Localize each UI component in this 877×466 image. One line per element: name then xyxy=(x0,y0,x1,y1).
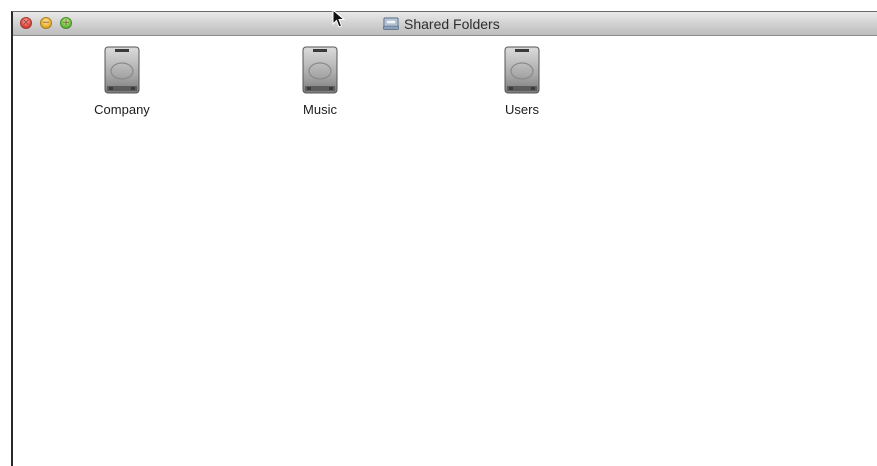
shared-folder-icon xyxy=(383,17,399,30)
title-bar[interactable]: × − + Shared Folders xyxy=(13,12,877,36)
folder-content-area[interactable]: Company Music Users xyxy=(13,36,877,466)
folder-label: Users xyxy=(505,102,539,117)
shared-folder-users[interactable]: Users xyxy=(462,45,582,117)
folder-label: Company xyxy=(94,102,150,117)
zoom-button[interactable]: + xyxy=(60,17,72,29)
shared-folder-company[interactable]: Company xyxy=(62,45,182,117)
finder-window: × − + Shared Folders Company Music Users xyxy=(11,11,877,466)
hard-drive-icon xyxy=(302,46,338,94)
close-icon: × xyxy=(22,18,30,28)
window-title: Shared Folders xyxy=(383,12,500,35)
folder-label: Music xyxy=(303,102,337,117)
minimize-button[interactable]: − xyxy=(40,17,52,29)
close-button[interactable]: × xyxy=(20,17,32,29)
hard-drive-icon xyxy=(504,46,540,94)
minimize-icon: − xyxy=(42,18,50,28)
zoom-icon: + xyxy=(62,18,70,28)
hard-drive-icon xyxy=(104,46,140,94)
shared-folder-music[interactable]: Music xyxy=(260,45,380,117)
window-title-text: Shared Folders xyxy=(404,15,500,32)
mouse-pointer-icon xyxy=(332,9,346,28)
